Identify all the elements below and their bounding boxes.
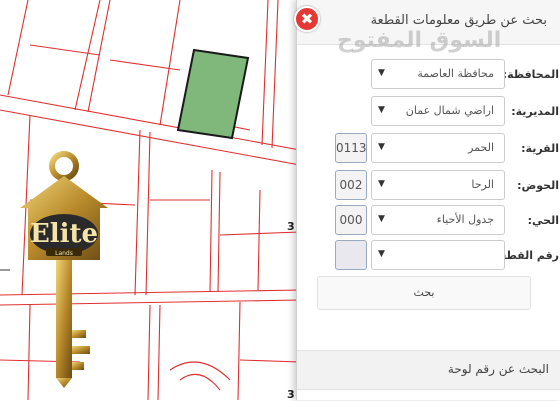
village-row: القرية: الحمر ▼ 0113	[297, 133, 560, 165]
governorate-select[interactable]: محافظة العاصمة ▼	[371, 59, 505, 89]
chevron-down-icon: ▼	[378, 214, 385, 224]
directorate-select[interactable]: اراضي شمال عمان ▼	[371, 96, 505, 126]
directorate-row: المديرية: اراضي شمال عمان ▼	[297, 96, 560, 128]
village-select[interactable]: الحمر ▼	[371, 133, 505, 163]
chevron-down-icon: ▼	[378, 142, 385, 152]
district-select[interactable]: جدول الأحياء ▼	[371, 205, 505, 235]
parcel-row: رقم القطعة: ▼	[297, 240, 560, 272]
village-code-input[interactable]: 0113	[335, 133, 367, 163]
map-lot-label: 3	[287, 220, 295, 233]
close-icon[interactable]: ✖	[294, 6, 320, 32]
village-label: القرية:	[521, 142, 559, 155]
district-value: جدول الأحياء	[436, 213, 494, 226]
chevron-down-icon: ▼	[378, 249, 385, 259]
search-button[interactable]: بحث	[317, 276, 531, 310]
logo-text: Elite	[30, 219, 98, 249]
parcel-code-input[interactable]	[335, 240, 367, 270]
directorate-value: اراضي شمال عمان	[405, 104, 494, 117]
basin-value: الرحا	[471, 178, 494, 191]
governorate-row: المحافظة: محافظة العاصمة ▼	[297, 59, 560, 91]
elite-lands-logo: Elite Lands	[20, 151, 108, 388]
basin-select[interactable]: الرحا ▼	[371, 170, 505, 200]
parcel-select[interactable]: ▼	[371, 240, 505, 270]
district-code-input[interactable]: 000	[335, 205, 367, 235]
panel-title: بحث عن طريق معلومات القطعة	[370, 13, 547, 28]
district-label: الحي:	[527, 214, 559, 227]
chevron-down-icon: ▼	[378, 105, 385, 115]
district-row: الحي: جدول الأحياء ▼ 000	[297, 205, 560, 237]
map-lot-label: 3	[287, 388, 295, 401]
parcel-search-panel: بحث عن طريق معلومات القطعة السوق المفتوح…	[296, 0, 560, 400]
basin-row: الحوض: الرحا ▼ 002	[297, 170, 560, 202]
watermark-text: السوق المفتوح	[337, 28, 502, 53]
directorate-label: المديرية:	[511, 105, 559, 118]
village-value: الحمر	[468, 141, 494, 154]
basin-label: الحوض:	[517, 179, 559, 192]
governorate-label: المحافظة:	[502, 68, 559, 81]
plate-search-label: البحث عن رقم لوحة	[447, 362, 549, 376]
chevron-down-icon: ▼	[378, 68, 385, 78]
governorate-value: محافظة العاصمة	[417, 67, 494, 80]
plate-search-toggle[interactable]: البحث عن رقم لوحة	[297, 350, 560, 390]
logo-subtext: Lands	[55, 250, 73, 257]
basin-code-input[interactable]: 002	[335, 170, 367, 200]
chevron-down-icon: ▼	[378, 179, 385, 189]
